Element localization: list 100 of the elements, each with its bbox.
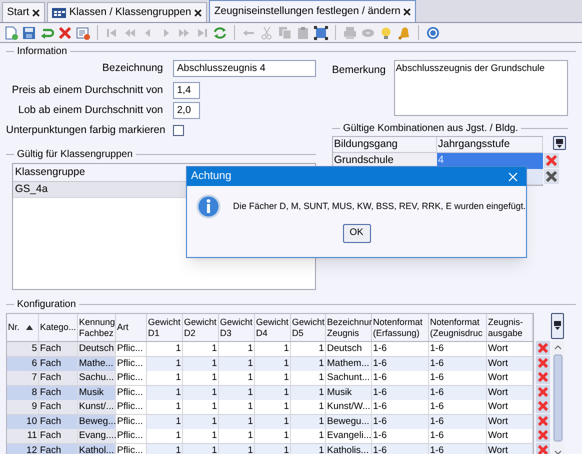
table-cell: Pflic...	[116, 342, 147, 356]
table-cell: 6	[7, 356, 39, 371]
table-cell: Musik	[78, 386, 116, 400]
table-cell: 8	[7, 386, 39, 400]
table-cell: Musik	[326, 386, 372, 400]
table-cell: Evang....	[78, 429, 116, 444]
dialog-title: Achtung	[191, 169, 232, 184]
table-cell: Pflic...	[116, 386, 147, 400]
table-cell: 1-6	[372, 386, 429, 400]
table-cell: Bewegu...	[326, 414, 372, 429]
table-cell: Fach	[39, 356, 78, 371]
table-cell: 1	[147, 356, 183, 371]
table-cell: Sachunt...	[326, 371, 372, 386]
column-header[interactable]: Notenformat (Zeugnisdruc	[430, 316, 483, 338]
column-header[interactable]: Gewicht D4	[256, 316, 289, 338]
table-cell: 1-6	[429, 444, 487, 454]
table-cell: 1	[147, 386, 183, 400]
table-cell: Fach	[39, 371, 78, 386]
table-cell: Fach	[39, 400, 78, 414]
tab[interactable]: Klassen / Klassengruppen	[47, 2, 208, 22]
table-cell: Wort	[487, 386, 533, 400]
table-cell: 1-6	[372, 371, 429, 386]
field-label: Unterpunktungen farbig markieren	[6, 122, 163, 138]
table-cell: 1	[291, 444, 326, 454]
table-cell: 1	[255, 414, 291, 429]
table-cell: Mathe...	[78, 356, 116, 371]
table-cell: Wort	[487, 371, 533, 386]
text-field[interactable]: 1,4	[173, 82, 200, 99]
table-cell: 1-6	[372, 356, 429, 371]
table-cell: Evangeli...	[326, 429, 372, 444]
table-cell: Pflic...	[116, 414, 147, 429]
column-header[interactable]: Katego...	[40, 322, 76, 333]
table-cell: 1	[291, 386, 326, 400]
tab-label: Klassen / Klassengruppen	[69, 4, 192, 20]
table-cell: 1	[183, 444, 219, 454]
column-header[interactable]: Zeugnis- ausgabe	[488, 316, 524, 338]
table-cell: 1	[255, 444, 291, 454]
table-cell: 1	[183, 386, 219, 400]
table-cell: 1-6	[429, 342, 487, 356]
column-header[interactable]: Gewicht D2	[184, 316, 217, 338]
table-cell: Wort	[487, 414, 533, 429]
table-cell: 1	[147, 414, 183, 429]
table-cell: 1-6	[429, 400, 487, 414]
table-cell: 1	[183, 414, 219, 429]
table-cell: Kunst/W...	[326, 400, 372, 414]
table-cell: 1	[147, 444, 183, 454]
ok-button[interactable]: OK	[342, 224, 370, 243]
text-field[interactable]: 2,0	[173, 102, 200, 119]
table-cell: 1-6	[372, 429, 429, 444]
dialog-message: Die Fächer D, M, SUNT, MUS, KW, BSS, REV, RRK, E wurden eingefügt.	[233, 200, 526, 213]
table-cell: Wort	[487, 400, 533, 414]
table-cell: Katholis...	[326, 444, 372, 454]
table-cell: Wort	[487, 356, 533, 371]
field-label: Preis ab einem Durchschnitt von	[10, 82, 163, 98]
text-field[interactable]: Abschlusszeugnis 4	[173, 60, 316, 77]
table-cell: 1-6	[372, 342, 429, 356]
column-header[interactable]: Gewicht D3	[220, 316, 253, 338]
table-cell: 1-6	[429, 386, 487, 400]
table-cell: Fach	[39, 444, 78, 454]
table-cell: 1	[255, 386, 291, 400]
table-cell: Fach	[39, 342, 78, 356]
table-cell: 9	[7, 400, 39, 414]
table-cell: Pflic...	[116, 371, 147, 386]
table-cell: Kathol...	[78, 444, 116, 454]
column-header[interactable]: Notenformat (Erfassung)	[373, 316, 423, 338]
column-header[interactable]: Nr.	[8, 322, 20, 333]
tab[interactable]: Start	[2, 2, 46, 22]
column-header[interactable]: Kennung Fachbez	[79, 316, 116, 338]
table-cell: Deutsch	[326, 342, 372, 356]
table-cell: 1	[219, 414, 255, 429]
table-cell: Wort	[487, 342, 533, 356]
table-cell: Pflic...	[116, 400, 147, 414]
table-cell: 1	[219, 356, 255, 371]
table-cell: 1	[219, 386, 255, 400]
table-cell: Wort	[487, 444, 533, 454]
table-cell: Mathem...	[326, 356, 372, 371]
column-header[interactable]: Art	[117, 322, 129, 333]
table-cell: 1	[291, 356, 326, 371]
field-label: Bezeichnung	[101, 60, 163, 76]
section-title: Konfiguration	[17, 298, 76, 312]
column-header[interactable]: Gewicht D1	[148, 316, 181, 338]
field-label: Bemerkung	[332, 63, 386, 78]
table-cell: Pflic...	[116, 429, 147, 444]
tab-label: Zeugniseinstellungen festlegen / ändern	[214, 4, 400, 19]
table-cell: 1	[219, 444, 255, 454]
remark-field[interactable]: Abschlusszeugnis der Grundschule	[394, 60, 568, 116]
table-cell: Fach	[39, 414, 78, 429]
table-cell: 1-6	[429, 356, 487, 371]
table-cell: Deutsch	[78, 342, 116, 356]
table-cell: 1-6	[429, 414, 487, 429]
column-header[interactable]: Gewicht D5	[292, 316, 325, 338]
field-label: Lob ab einem Durchschnitt von	[17, 102, 163, 118]
table-cell: Pflic...	[116, 444, 147, 454]
table-cell: 11	[7, 429, 39, 444]
table-cell: Sachu...	[78, 371, 116, 386]
column-header[interactable]: Bezeichnur Zeugnis	[327, 316, 372, 338]
tab[interactable]: Zeugniseinstellungen festlegen / ändern	[209, 0, 416, 22]
table-cell: Fach	[39, 386, 78, 400]
section-title: Gültig für Klassengruppen	[17, 148, 133, 162]
section-title: Gültige Kombinationen aus Jgst. / Bldg.	[343, 122, 518, 136]
